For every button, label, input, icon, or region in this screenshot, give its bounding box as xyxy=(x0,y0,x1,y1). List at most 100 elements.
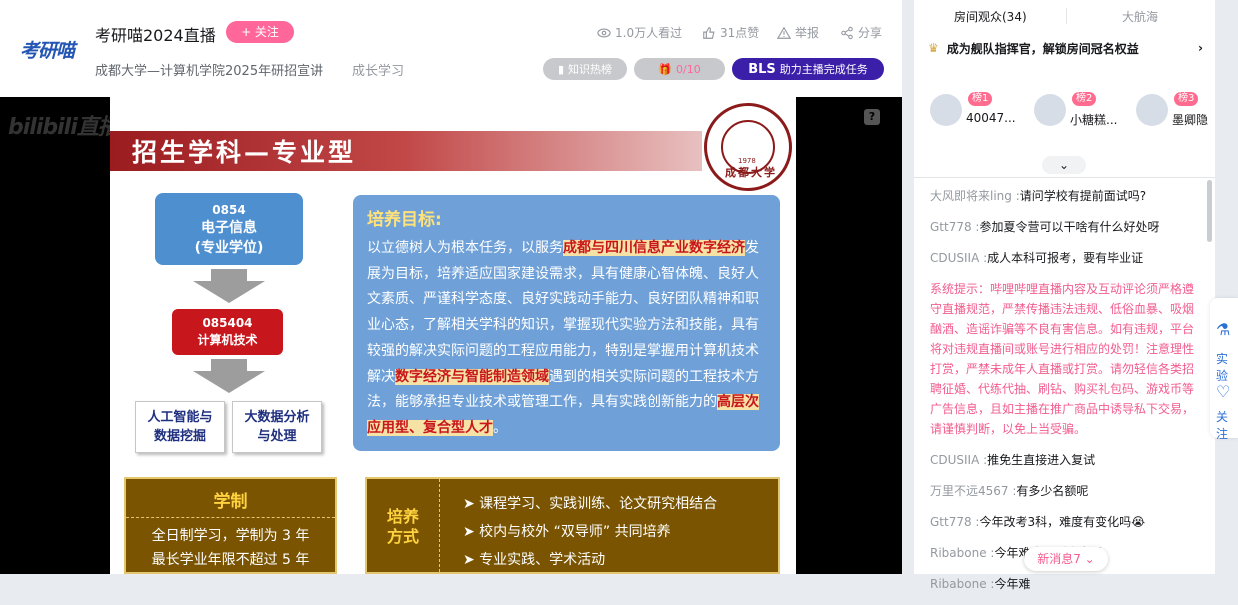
tab-audience[interactable]: 房间观众(34) xyxy=(954,8,1027,25)
bls-logo: BLS xyxy=(748,61,776,77)
chat-username[interactable]: 万里不远4567 : xyxy=(930,484,1016,498)
chat-message[interactable]: Ribabone :今年难 xyxy=(930,574,1200,594)
direction-box-ai: 人工智能与 数据挖掘 xyxy=(135,401,225,453)
bls-task-button[interactable]: BLS 助力主播完成任务 xyxy=(732,58,884,80)
chat-scrollbar[interactable] xyxy=(1207,180,1212,242)
divider xyxy=(126,517,335,518)
seal-text: 成都大学 xyxy=(725,166,777,179)
arrow-stem xyxy=(211,359,247,371)
duration-box: 学制 全日制学习，学制为 3 年 最长学业年限不超过 5 年 xyxy=(124,477,337,574)
training-method-box: 培养 方式 ➤ 课程学习、实践训练、论文研究相结合 ➤ 校内与校外 “双导师” … xyxy=(365,477,780,574)
lecture-slide: 招生学科—专业型 1978 成都大学 0854 电子信息 (专业学位) 0854… xyxy=(110,97,796,574)
rank-name: 40047... xyxy=(966,111,1016,125)
heart-icon[interactable]: ♡ xyxy=(1216,382,1230,401)
tab-divider xyxy=(1066,8,1067,24)
eye-icon xyxy=(597,27,611,38)
direction-box-bigdata: 大数据分析 与处理 xyxy=(232,401,322,453)
rank-badge: 榜3 xyxy=(1174,92,1199,106)
task-progress-badge[interactable]: 🎁 0/10 xyxy=(634,58,725,80)
chevron-down-icon[interactable]: ⌄ xyxy=(1042,156,1086,174)
room-header: 考研喵 考研喵2024直播 + 关注 成都大学—计算机学院2025年研招宣讲 成… xyxy=(0,0,902,97)
goal-segment: 以立德树人为根本任务，以服务 xyxy=(367,240,563,256)
tab-fleet[interactable]: 大航海 xyxy=(1122,8,1158,25)
direction-line: 与处理 xyxy=(257,429,297,444)
room-logo[interactable]: 考研喵 xyxy=(20,36,75,63)
degree-name: 电子信息 xyxy=(201,220,257,236)
share-icon xyxy=(841,26,853,39)
training-goal-box: 培养目标: 以立德树人为根本任务，以服务成都与四川信息产业数字经济发展为目标，培… xyxy=(353,195,780,451)
degree-box: 0854 电子信息 (专业学位) xyxy=(155,193,303,265)
rank-badge: 榜2 xyxy=(1072,92,1097,106)
chat-text: 今年难 xyxy=(994,577,1031,591)
rank-item[interactable]: 榜3 墨卿隐 xyxy=(1136,92,1212,128)
bilibili-watermark: bilibili直播 xyxy=(8,115,120,140)
chat-message[interactable]: Gtt778 :参加夏令营可以干啥有什么好处呀 xyxy=(930,217,1200,237)
chat-message[interactable]: Gtt778 :今年改考3科，难度有变化吗😭 xyxy=(930,512,1200,532)
help-icon[interactable]: ? xyxy=(864,109,880,125)
goal-highlight: 成都与四川信息产业数字经济 xyxy=(563,240,745,256)
training-method-row: ➤ 专业实践、学术活动 xyxy=(463,552,606,568)
rank-name: 墨卿隐 xyxy=(1172,113,1209,127)
system-message[interactable]: 系统提示：哔哩哔哩直播内容及互动评论须严格遵守直播规范，严禁传播违法违规、低俗血… xyxy=(930,279,1200,439)
chat-list[interactable]: 大风即将来ling :请问学校有提前面试吗? Gtt778 :参加夏令营可以干啥有… xyxy=(930,186,1200,605)
chat-text: 推免生直接进入复试 xyxy=(987,453,1096,467)
chat-message[interactable]: 大风即将来ling :请问学校有提前面试吗? xyxy=(930,186,1200,206)
field-box: 085404 计算机技术 xyxy=(172,309,283,355)
training-method-title: 培养 方式 xyxy=(375,507,431,547)
room-category[interactable]: 成长学习 xyxy=(352,60,404,79)
field-code: 085404 xyxy=(202,316,253,330)
chat-message[interactable]: CDUSIIA :推免生直接进入复试 xyxy=(930,450,1200,470)
title-line: 培养 xyxy=(386,507,419,526)
direction-line: 大数据分析 xyxy=(244,410,310,425)
new-messages-button[interactable]: 新消息7 ⌄ xyxy=(1024,547,1108,571)
follow-button[interactable]: + 关注 xyxy=(226,21,294,43)
flask-icon[interactable]: ⚗ xyxy=(1216,320,1230,339)
video-player[interactable]: bilibili直播 ? 招生学科—专业型 1978 成都大学 0854 电子信… xyxy=(0,97,902,574)
training-method-row: ➤ 校内与校外 “双导师” 共同培养 xyxy=(463,524,671,540)
chat-message[interactable]: 万里不远4567 :有多少名额呢 xyxy=(930,481,1200,501)
goal-title: 培养目标: xyxy=(367,210,442,230)
side-panel: 房间观众(34) 大航海 ♛ 成为舰队指挥官，解锁房间冠名权益 › 榜1 400… xyxy=(914,0,1215,591)
chat-username[interactable]: Ribabone : xyxy=(930,577,994,591)
report-button[interactable]: 举报 xyxy=(777,24,819,41)
chat-message[interactable]: CDUSIIA :成人本科可报考，要有毕业证 xyxy=(930,248,1200,268)
hot-rank-label: 知识热榜 xyxy=(568,63,613,76)
bls-task-label: 助力主播完成任务 xyxy=(779,63,868,76)
chat-username[interactable]: Gtt778 : xyxy=(930,220,979,234)
chat-username[interactable]: Ribabone : xyxy=(930,546,994,560)
avatar xyxy=(930,94,962,126)
warning-icon xyxy=(777,26,791,39)
report-label: 举报 xyxy=(795,26,820,40)
goal-segment: 。 xyxy=(493,419,507,436)
lab-label[interactable]: 实验 xyxy=(1216,350,1238,384)
chat-username[interactable]: CDUSIIA : xyxy=(930,453,987,467)
chat-username[interactable]: 大风即将来ling : xyxy=(930,189,1020,203)
chevron-right-icon: › xyxy=(1198,41,1203,55)
degree-code: 0854 xyxy=(212,203,246,217)
fleet-banner[interactable]: ♛ 成为舰队指挥官，解锁房间冠名权益 › xyxy=(928,38,1203,58)
chat-username[interactable]: Gtt778 : xyxy=(930,515,979,529)
duration-title: 学制 xyxy=(213,492,248,512)
chat-username[interactable]: CDUSIIA : xyxy=(930,251,987,265)
hot-rank-badge[interactable]: ▮ 知识热榜 xyxy=(543,58,627,80)
rank-item[interactable]: 榜2 小糖糕... xyxy=(1034,92,1124,128)
rank-name: 小糖糕... xyxy=(1070,113,1118,127)
follow-label[interactable]: 关注 xyxy=(1216,408,1238,442)
chat-text: 系统提示：哔哩哔哩直播内容及互动评论须严格遵守直播规范，严禁传播违法违规、低俗血… xyxy=(930,282,1195,436)
duration-row: 全日制学习，学制为 3 年 xyxy=(151,528,310,544)
thumb-up-icon xyxy=(703,26,715,39)
chart-icon: ▮ xyxy=(557,62,565,76)
share-label: 分享 xyxy=(858,26,883,40)
gift-icon: 🎁 xyxy=(658,62,672,76)
title-line: 方式 xyxy=(386,527,419,546)
duration-row: 最长学业年限不超过 5 年 xyxy=(151,552,310,568)
room-title: 考研喵2024直播 xyxy=(95,26,216,45)
chat-text: 成人本科可报考，要有毕业证 xyxy=(987,251,1144,265)
task-progress: 0/10 xyxy=(676,62,701,76)
likes-stat[interactable]: 31点赞 xyxy=(702,24,759,41)
rank-item[interactable]: 榜1 40047... xyxy=(930,92,1020,128)
slide-title: 招生学科—专业型 xyxy=(132,138,357,167)
share-button[interactable]: 分享 xyxy=(840,24,882,41)
chat-text: 请问学校有提前面试吗? xyxy=(1019,189,1147,203)
goal-highlight: 数字经济与智能制造领域 xyxy=(395,368,549,385)
